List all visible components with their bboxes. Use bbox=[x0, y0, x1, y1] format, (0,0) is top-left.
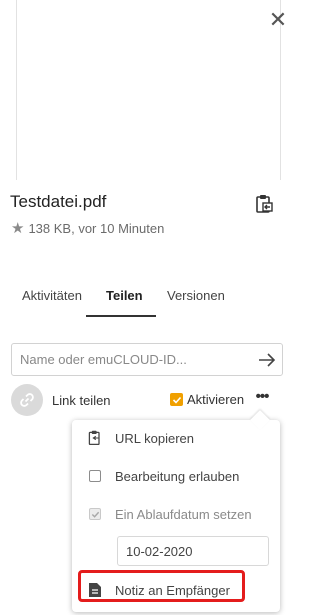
allow-edit-checkbox[interactable] bbox=[89, 470, 101, 482]
tab-activities[interactable]: Aktivitäten bbox=[22, 288, 82, 318]
share-search bbox=[11, 343, 283, 376]
share-search-input[interactable] bbox=[12, 344, 252, 375]
tab-versions[interactable]: Versionen bbox=[167, 288, 225, 318]
share-link-row: Link teilen Aktivieren ••• bbox=[11, 384, 286, 416]
tab-share[interactable]: Teilen bbox=[106, 288, 143, 318]
link-icon bbox=[11, 384, 43, 416]
arrow-right-icon[interactable] bbox=[252, 345, 282, 375]
note-label: Notiz an Empfänger bbox=[115, 582, 230, 598]
menu-item-note[interactable]: Notiz an Empfänger bbox=[72, 575, 280, 605]
close-icon[interactable]: ✕ bbox=[266, 8, 290, 32]
clipboard-icon bbox=[87, 430, 103, 446]
activate-label: Aktivieren bbox=[187, 392, 245, 407]
menu-item-allow-edit[interactable]: Bearbeitung erlauben bbox=[72, 461, 280, 491]
checkmark-icon bbox=[170, 393, 183, 406]
file-meta: ★ 138 KB, vor 10 Minuten bbox=[11, 221, 164, 236]
link-share-label: Link teilen bbox=[52, 393, 111, 408]
document-icon bbox=[87, 582, 103, 598]
copy-url-label: URL kopieren bbox=[115, 430, 195, 446]
expiration-date-input[interactable]: 10-02-2020 bbox=[117, 536, 269, 566]
more-options-icon[interactable]: ••• bbox=[250, 388, 274, 410]
activate-checkbox[interactable]: Aktivieren bbox=[170, 392, 244, 407]
file-preview bbox=[16, 0, 281, 180]
expiration-checkbox-wrap bbox=[87, 506, 103, 522]
file-name: Testdatei.pdf bbox=[10, 192, 107, 211]
menu-item-expiration[interactable]: Ein Ablaufdatum setzen bbox=[72, 499, 280, 529]
active-tab-indicator bbox=[86, 315, 156, 317]
menu-item-copy-url[interactable]: URL kopieren bbox=[72, 423, 280, 453]
tab-bar: Aktivitäten Teilen Versionen bbox=[10, 288, 280, 318]
file-meta-text: 138 KB, vor 10 Minuten bbox=[28, 221, 165, 236]
allow-edit-checkbox-wrap bbox=[87, 468, 103, 484]
allow-edit-label: Bearbeitung erlauben bbox=[115, 468, 240, 484]
star-icon[interactable]: ★ bbox=[11, 221, 24, 236]
link-options-popover: URL kopieren Bearbeitung erlauben Ein Ab… bbox=[72, 420, 280, 612]
expiration-checkbox[interactable] bbox=[89, 508, 101, 520]
expiration-label: Ein Ablaufdatum setzen bbox=[115, 506, 252, 522]
clipboard-icon[interactable] bbox=[254, 194, 276, 216]
